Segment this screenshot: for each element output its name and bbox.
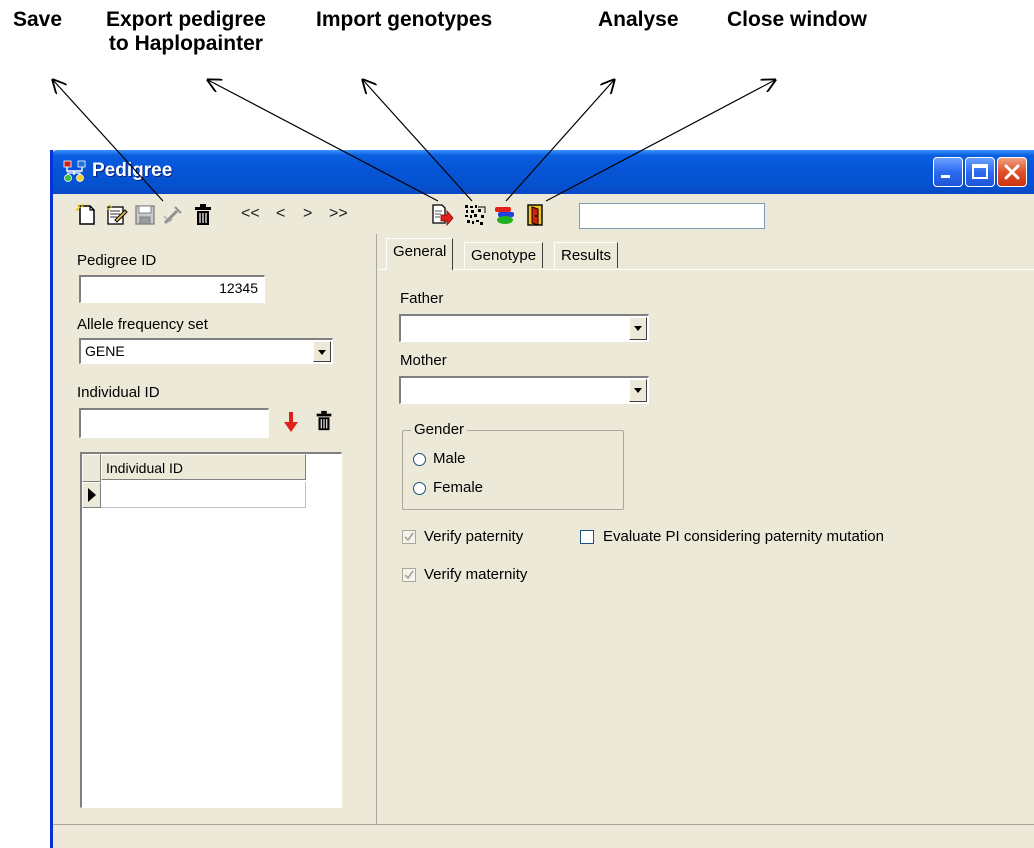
cancel-edit-icon[interactable] (161, 203, 185, 227)
individual-id-label: Individual ID (77, 384, 160, 401)
callout-close-window: Close window (727, 8, 868, 31)
allele-frequency-value: GENE (85, 343, 125, 359)
callout-export-pedigree: Export pedigree to Haplopainter (106, 8, 266, 56)
chevron-down-icon[interactable] (629, 317, 647, 340)
mother-label: Mother (400, 352, 447, 369)
close-button[interactable] (997, 157, 1027, 187)
pedigree-app-icon (63, 160, 86, 182)
add-individual-arrow-icon[interactable] (283, 410, 299, 434)
checkmark-icon (404, 532, 414, 542)
allele-frequency-label: Allele frequency set (77, 316, 208, 333)
mother-select[interactable] (399, 376, 649, 404)
individual-id-input[interactable] (79, 408, 269, 438)
evaluate-pi-checkbox[interactable] (580, 530, 594, 544)
tab-general[interactable]: General (386, 238, 454, 270)
import-genotypes-icon[interactable] (463, 203, 487, 227)
nav-last-button[interactable]: >> (329, 204, 348, 224)
callout-export-line2: to Haplopainter (108, 32, 263, 55)
title-bar[interactable]: Pedigree (53, 150, 1034, 194)
toolbar-search-input[interactable] (579, 203, 765, 229)
delete-individual-icon[interactable] (313, 410, 335, 432)
status-bar (53, 824, 1034, 848)
close-icon (1004, 164, 1020, 180)
pedigree-window: Pedigree << < > >> Pedigree ID 12345 All… (50, 150, 1034, 848)
callout-save: Save (13, 8, 63, 31)
nav-prev-button[interactable]: < (276, 204, 285, 224)
evaluate-pi-label[interactable]: Evaluate PI considering paternity mutati… (603, 528, 884, 546)
father-select[interactable] (399, 314, 649, 342)
tab-genotype[interactable]: Genotype (464, 242, 544, 268)
gender-groupbox: Gender Male Female (402, 421, 624, 510)
allele-frequency-select[interactable]: GENE (79, 338, 333, 364)
callout-analyse: Analyse (598, 8, 679, 31)
chevron-down-icon[interactable] (313, 341, 331, 362)
save-icon[interactable] (133, 203, 157, 227)
grid-header-indicator (82, 454, 101, 482)
female-radio[interactable] (413, 482, 426, 495)
verify-paternity-label[interactable]: Verify paternity (424, 528, 523, 546)
female-label[interactable]: Female (433, 479, 483, 497)
maximize-button[interactable] (965, 157, 995, 187)
pedigree-id-label: Pedigree ID (77, 252, 157, 269)
verify-maternity-checkbox[interactable] (402, 568, 416, 582)
new-record-icon[interactable] (75, 203, 99, 227)
toolbar: << < > >> (53, 194, 1034, 234)
tab-results[interactable]: Results (554, 242, 619, 268)
close-window-icon[interactable] (523, 203, 547, 227)
grid-header: Individual ID (82, 454, 340, 482)
window-title: Pedigree (92, 160, 173, 181)
analyse-icon[interactable] (493, 203, 517, 227)
male-label[interactable]: Male (433, 450, 466, 468)
nav-next-button[interactable]: > (303, 204, 312, 224)
pedigree-id-input[interactable]: 12345 (79, 275, 265, 303)
nav-first-button[interactable]: << (241, 204, 260, 224)
row-pointer-icon (82, 482, 101, 508)
grid-header-individual-id[interactable]: Individual ID (101, 454, 306, 480)
gender-title: Gender (411, 421, 468, 439)
minimize-icon (941, 175, 950, 178)
tab-divider (378, 269, 1034, 270)
left-panel: Pedigree ID 12345 Allele frequency set G… (53, 234, 377, 824)
right-panel: General Genotype Results Father Mother G… (378, 234, 1034, 824)
delete-record-icon[interactable] (191, 203, 215, 227)
chevron-down-icon[interactable] (629, 379, 647, 402)
callout-export-line1: Export pedigree (106, 8, 266, 31)
minimize-button[interactable] (933, 157, 963, 187)
verify-maternity-label[interactable]: Verify maternity (424, 566, 527, 584)
verify-paternity-checkbox[interactable] (402, 530, 416, 544)
pedigree-id-value: 12345 (219, 280, 258, 296)
maximize-icon (972, 164, 988, 179)
edit-record-icon[interactable] (105, 203, 129, 227)
male-radio[interactable] (413, 453, 426, 466)
father-label: Father (400, 290, 444, 307)
checkmark-icon (404, 570, 414, 580)
grid-cell[interactable] (101, 482, 306, 508)
export-pedigree-icon[interactable] (430, 203, 454, 227)
callout-import-genotypes: Import genotypes (316, 8, 493, 31)
individual-grid[interactable]: Individual ID (80, 452, 342, 808)
